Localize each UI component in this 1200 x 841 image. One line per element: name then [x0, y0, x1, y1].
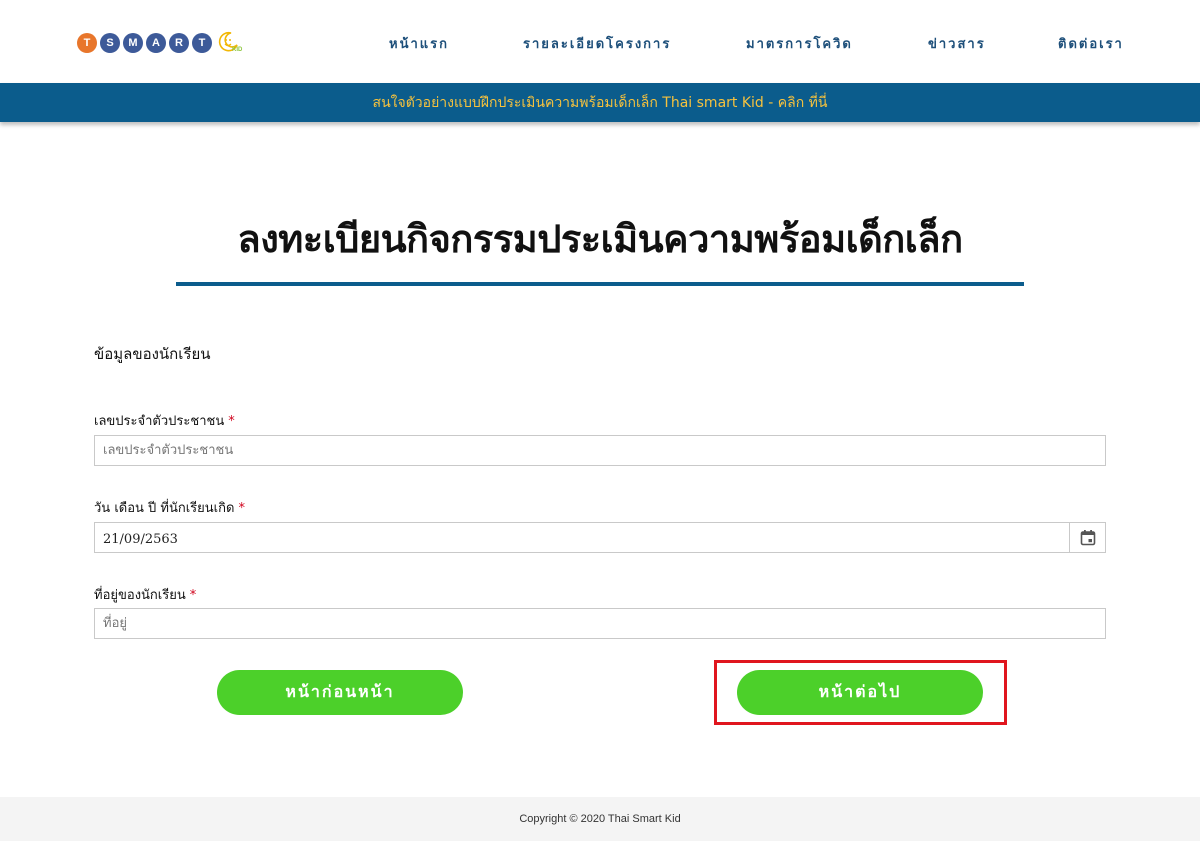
- birth-date-input[interactable]: 21/09/2563: [94, 522, 1106, 553]
- birth-date-label-text: วัน เดือน ปี ที่นักเรียนเกิด: [94, 501, 235, 516]
- nav-home[interactable]: หน้าแรก: [389, 33, 449, 54]
- announcement-bar: สนใจตัวอย่างแบบฝึกประเมินความพร้อมเด็กเล…: [0, 83, 1200, 122]
- address-input[interactable]: [94, 608, 1106, 639]
- previous-page-button[interactable]: หน้าก่อนหน้า: [217, 670, 463, 715]
- required-mark: *: [228, 414, 235, 429]
- nav-project-details[interactable]: รายละเอียดโครงการ: [523, 33, 671, 54]
- title-underline: [176, 282, 1024, 286]
- calendar-picker-button[interactable]: [1069, 523, 1105, 552]
- birth-date-label: วัน เดือน ปี ที่นักเรียนเกิด *: [94, 497, 245, 518]
- id-card-label: เลขประจำตัวประชาชน *: [94, 410, 235, 431]
- required-mark: *: [189, 588, 197, 603]
- announcement-link[interactable]: สนใจตัวอย่างแบบฝึกประเมินความพร้อมเด็กเล…: [373, 92, 828, 114]
- next-page-button[interactable]: หน้าต่อไป: [737, 670, 983, 715]
- calendar-icon: [1080, 530, 1095, 546]
- id-card-input[interactable]: [94, 435, 1106, 466]
- birth-date-value: 21/09/2563: [103, 532, 178, 547]
- footer-copyright: Copyright © 2020 Thai Smart Kid: [519, 813, 681, 825]
- address-label: ที่อยู่ของนักเรียน *: [94, 584, 196, 605]
- required-mark: *: [238, 501, 245, 516]
- id-card-label-text: เลขประจำตัวประชาชน: [94, 414, 225, 429]
- site-footer: Copyright © 2020 Thai Smart Kid: [0, 797, 1200, 841]
- section-heading-student-info: ข้อมูลของนักเรียน: [94, 345, 211, 363]
- address-label-text: ที่อยู่ของนักเรียน: [94, 588, 186, 603]
- nav-news[interactable]: ข่าวสาร: [928, 33, 986, 54]
- nav-contact[interactable]: ติดต่อเรา: [1058, 33, 1124, 54]
- nav-covid-measures[interactable]: มาตรการโควิด: [746, 33, 853, 54]
- page-title: ลงทะเบียนกิจกรรมประเมินความพร้อมเด็กเล็ก: [237, 217, 963, 261]
- main-nav: หน้าแรก รายละเอียดโครงการ มาตรการโควิด ข…: [0, 33, 1200, 53]
- site-header: T S M A R T KID หน้าแรก รายละเอียดโครงกา…: [0, 0, 1200, 83]
